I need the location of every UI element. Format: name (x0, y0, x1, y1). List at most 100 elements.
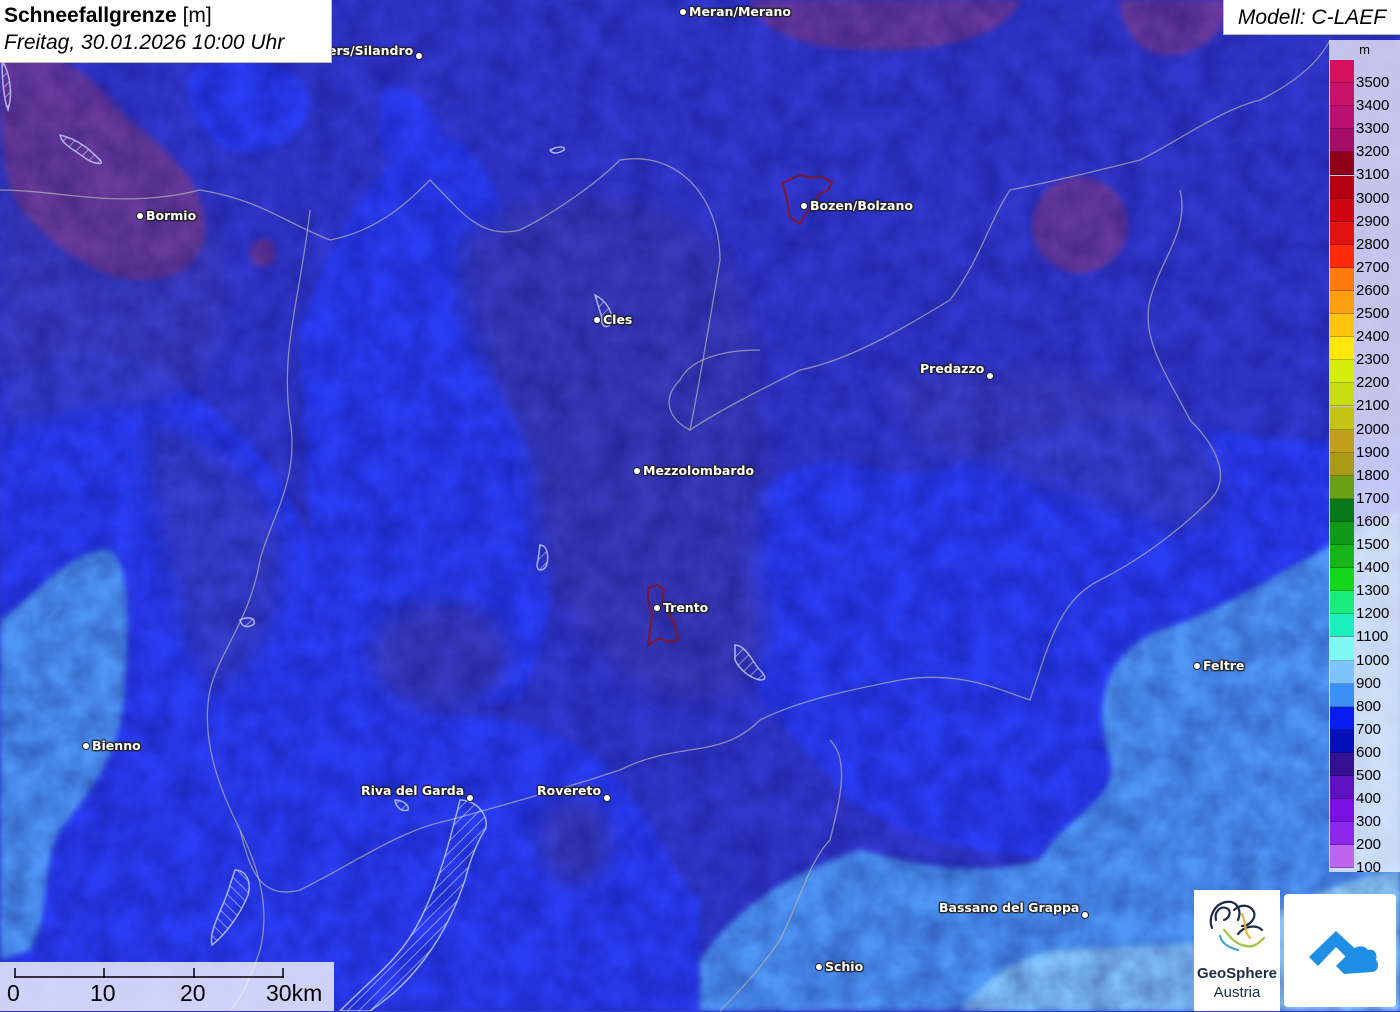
city-dot-icon (466, 794, 475, 802)
legend-swatch (1330, 683, 1354, 707)
city-dot-icon (136, 211, 144, 220)
city-label: Rovereto (537, 782, 602, 798)
city-label: Bormio (146, 208, 197, 223)
legend-swatch (1330, 822, 1354, 846)
legend-entry: 2300 (1330, 337, 1400, 368)
legend-label: 100 (1356, 859, 1382, 877)
geosphere-logo-country: Austria (1213, 984, 1261, 1001)
legend-entry: 2000 (1330, 406, 1400, 438)
legend-swatch (1330, 406, 1354, 430)
city-dot-icon (633, 466, 641, 475)
legend-swatch (1330, 522, 1354, 546)
legend-swatch (1330, 729, 1354, 753)
geosphere-logo-name: GeoSphere (1196, 965, 1278, 982)
city-marker-bormio[interactable]: Bormio (136, 208, 198, 223)
city-dot-icon (653, 603, 661, 612)
legend-entry: 3400 (1330, 83, 1400, 114)
city-label: Bienno (92, 738, 141, 753)
legend-swatch (1330, 383, 1354, 407)
city-dot-icon (415, 52, 424, 60)
legend-entry: 2700 (1330, 244, 1400, 276)
legend-entry: 1700 (1330, 475, 1400, 507)
city-marker-rovereto[interactable]: Rovereto (535, 778, 612, 802)
city-marker-mezzolombardo[interactable]: Mezzolombardo (633, 463, 756, 478)
city-marker-bienno[interactable]: Bienno (82, 738, 143, 753)
legend-entry: 500 (1330, 753, 1400, 784)
legend-entry: 2400 (1330, 314, 1400, 345)
legend-swatch (1330, 545, 1354, 569)
city-marker-schio[interactable]: Schio (815, 959, 865, 974)
legend-swatch (1330, 175, 1354, 199)
forecast-datetime: Freitag, 30.01.2026 10:00 Uhr (4, 31, 285, 54)
parameter-unit: [m] (182, 4, 212, 27)
geosphere-emblem-icon (1209, 900, 1266, 952)
legend-entry: 1100 (1330, 614, 1400, 645)
legend-swatch (1330, 198, 1354, 222)
city-dot-icon (986, 372, 995, 380)
legend-swatch (1330, 337, 1354, 361)
legend-entry: 2800 (1330, 221, 1400, 253)
weather-app-logo[interactable] (1284, 894, 1396, 1007)
city-dot-icon (593, 315, 601, 324)
city-dot-icon (815, 962, 823, 971)
city-marker-silandro[interactable]: ers/Silandro (326, 40, 424, 60)
scale-label-0: 0 (7, 980, 20, 1006)
legend-swatch (1330, 498, 1354, 522)
city-dot-icon (679, 7, 687, 16)
city-label: Trento (663, 600, 709, 615)
legend-swatch (1330, 753, 1354, 777)
city-dot-icon (800, 201, 808, 210)
legend-swatch (1330, 83, 1354, 107)
legend-entry: 1200 (1330, 591, 1400, 622)
geosphere-austria-logo[interactable]: GeoSphere Austria (1194, 890, 1280, 1011)
legend-entry: 3200 (1330, 129, 1400, 160)
legend-entry: 900 (1330, 660, 1400, 692)
legend-swatch (1330, 152, 1354, 176)
scale-bar: 0 10 20 30km (0, 962, 334, 1011)
city-marker-trento[interactable]: Trento (653, 600, 710, 615)
legend-entry: 3300 (1330, 106, 1400, 137)
legend-swatch (1330, 776, 1354, 800)
scale-label-20: 20 (180, 980, 206, 1006)
legend-entry: 1500 (1330, 522, 1400, 553)
legend-entry: 600 (1330, 729, 1400, 761)
legend-entry: 200 (1330, 822, 1400, 853)
snowline-map[interactable] (0, 0, 1400, 1011)
terrain-shading (0, 0, 1400, 1011)
legend-entry: 1300 (1330, 568, 1400, 599)
city-marker-merano[interactable]: Meran/Merano (679, 4, 793, 19)
city-marker-predazzo[interactable]: Predazzo (918, 356, 995, 380)
legend-entry: 3100 (1330, 152, 1400, 183)
legend-entry: 2100 (1330, 383, 1400, 414)
city-marker-bassano[interactable]: Bassano del Grappa (937, 895, 1090, 919)
legend-entry: 800 (1330, 683, 1400, 715)
city-dot-icon (1081, 911, 1090, 919)
legend-swatch (1330, 106, 1354, 130)
legend-entry: 1900 (1330, 429, 1400, 461)
legend-entry: 2600 (1330, 267, 1400, 299)
legend-swatch (1330, 129, 1354, 153)
legend-entry: 700 (1330, 706, 1400, 738)
legend-entry: 2500 (1330, 291, 1400, 322)
city-marker-cles[interactable]: Cles (593, 312, 634, 327)
city-label: Riva del Garda (361, 782, 465, 798)
legend-swatch (1330, 267, 1354, 291)
city-label: Meran/Merano (689, 4, 791, 19)
legend-entry: 300 (1330, 799, 1400, 830)
map-title-box: Schneefallgrenze [m] Freitag, 30.01.2026… (0, 0, 332, 63)
city-marker-bolzano[interactable]: Bozen/Bolzano (800, 198, 915, 213)
legend-swatch (1330, 591, 1354, 615)
city-marker-riva-del-garda[interactable]: Riva del Garda (359, 778, 475, 802)
legend-swatch (1330, 452, 1354, 476)
city-label: Schio (825, 959, 864, 974)
legend-entry: 1400 (1330, 545, 1400, 576)
city-label: Mezzolombardo (643, 463, 755, 478)
legend-swatch (1330, 314, 1354, 338)
parameter-name: Schneefallgrenze (4, 4, 177, 27)
legend-entry: 1000 (1330, 637, 1400, 669)
legend-entry: 1600 (1330, 498, 1400, 530)
legend-entry: 1800 (1330, 452, 1400, 484)
city-marker-feltre[interactable]: Feltre (1193, 658, 1246, 673)
legend-entry: 2900 (1330, 198, 1400, 230)
scale-label-30km: 30km (266, 980, 323, 1006)
